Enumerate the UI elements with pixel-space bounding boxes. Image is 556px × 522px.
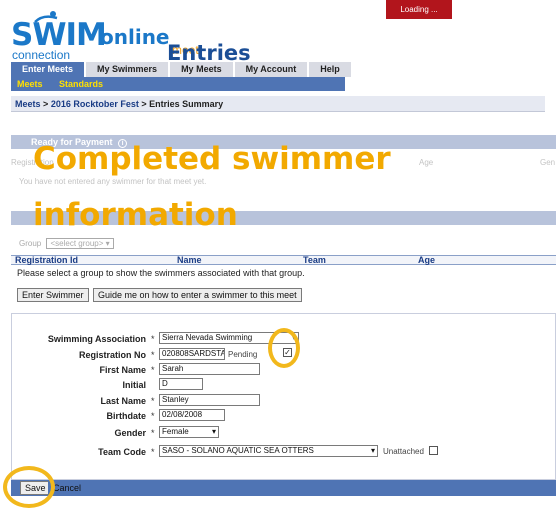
required-mark: * <box>151 428 155 438</box>
overlay-caption-line1: Completed swimmer <box>33 141 391 177</box>
registration-label: Registration No <box>78 350 146 360</box>
col-team: Team <box>303 255 326 265</box>
breadcrumb: Meets > 2016 Rocktober Fest > Entries Su… <box>11 96 545 112</box>
team-code-label: Team Code <box>98 447 146 457</box>
faded-col-gender: Gen <box>540 158 556 167</box>
first-name-input[interactable]: Sarah <box>159 363 260 375</box>
tab-my-account[interactable]: My Account <box>234 62 308 77</box>
group-filter: Group <select group> ▾ <box>19 238 114 249</box>
required-mark: * <box>151 396 155 406</box>
tab-my-swimmers[interactable]: My Swimmers <box>86 62 169 77</box>
unattached-checkbox[interactable] <box>429 446 438 455</box>
subnav-meets-link[interactable]: Meets <box>17 79 43 89</box>
required-mark: * <box>151 334 155 344</box>
logo-entries: Entries <box>167 41 251 65</box>
breadcrumb-separator: > <box>141 99 147 109</box>
faded-col-age: Age <box>419 158 434 167</box>
required-mark: * <box>151 350 155 360</box>
association-label: Swimming Association <box>47 334 146 344</box>
swimmers-table-header: Registration Id Name Team Age <box>11 255 556 265</box>
gender-select[interactable]: Female <box>159 426 219 438</box>
group-label: Group <box>19 239 42 248</box>
gender-label: Gender <box>114 428 146 438</box>
overlay-caption-line2: information <box>33 197 238 233</box>
last-name-label: Last Name <box>100 396 146 406</box>
group-select[interactable]: <select group> ▾ <box>46 238 114 249</box>
site-logo[interactable]: SWIM connection online meet Entries <box>11 10 251 65</box>
main-tabs: Enter Meets My Swimmers My Meets My Acco… <box>11 62 353 77</box>
team-code-select[interactable]: SASO - SOLANO AQUATIC SEA OTTERS <box>159 445 378 457</box>
highlight-circle-save <box>3 466 55 508</box>
col-age: Age <box>418 255 436 265</box>
tab-enter-meets[interactable]: Enter Meets <box>11 62 85 77</box>
required-mark: * <box>151 447 155 457</box>
breadcrumb-meets-link[interactable]: Meets <box>15 99 41 109</box>
registration-input[interactable]: 020808SARDSTAN <box>159 348 225 360</box>
tab-my-meets[interactable]: My Meets <box>170 62 233 77</box>
loading-indicator: Loading ... <box>386 0 452 19</box>
tab-help[interactable]: Help <box>309 62 351 77</box>
col-name: Name <box>177 255 202 265</box>
birthdate-input[interactable]: 02/08/2008 <box>159 409 225 421</box>
guide-button[interactable]: Guide me on how to enter a swimmer to th… <box>93 288 302 302</box>
subnav-standards-link[interactable]: Standards <box>59 79 103 89</box>
select-group-message: Please select a group to show the swimme… <box>17 268 305 278</box>
enter-swimmer-button[interactable]: Enter Swimmer <box>17 288 89 302</box>
initial-label: Initial <box>122 380 146 390</box>
logo-swim: SWIM <box>11 17 107 53</box>
last-name-input[interactable]: Stanley <box>159 394 260 406</box>
sub-navigation: Meets Standards <box>11 77 345 91</box>
initial-input[interactable]: D <box>159 378 203 390</box>
col-registration-id: Registration Id <box>15 255 79 265</box>
birthdate-label: Birthdate <box>106 411 146 421</box>
breadcrumb-meet-link[interactable]: 2016 Rocktober Fest <box>51 99 139 109</box>
highlight-circle-pending <box>268 328 300 368</box>
logo-online: online <box>100 25 170 49</box>
unattached-label: Unattached <box>383 447 424 456</box>
required-mark: * <box>151 365 155 375</box>
breadcrumb-separator: > <box>43 99 49 109</box>
logo-connection: connection <box>12 48 71 62</box>
breadcrumb-current: Entries Summary <box>149 99 224 109</box>
first-name-label: First Name <box>99 365 146 375</box>
form-footer <box>11 480 556 496</box>
empty-entries-message: You have not entered any swimmer for tha… <box>19 177 207 186</box>
registration-status: Pending <box>228 350 258 359</box>
required-mark: * <box>151 411 155 421</box>
